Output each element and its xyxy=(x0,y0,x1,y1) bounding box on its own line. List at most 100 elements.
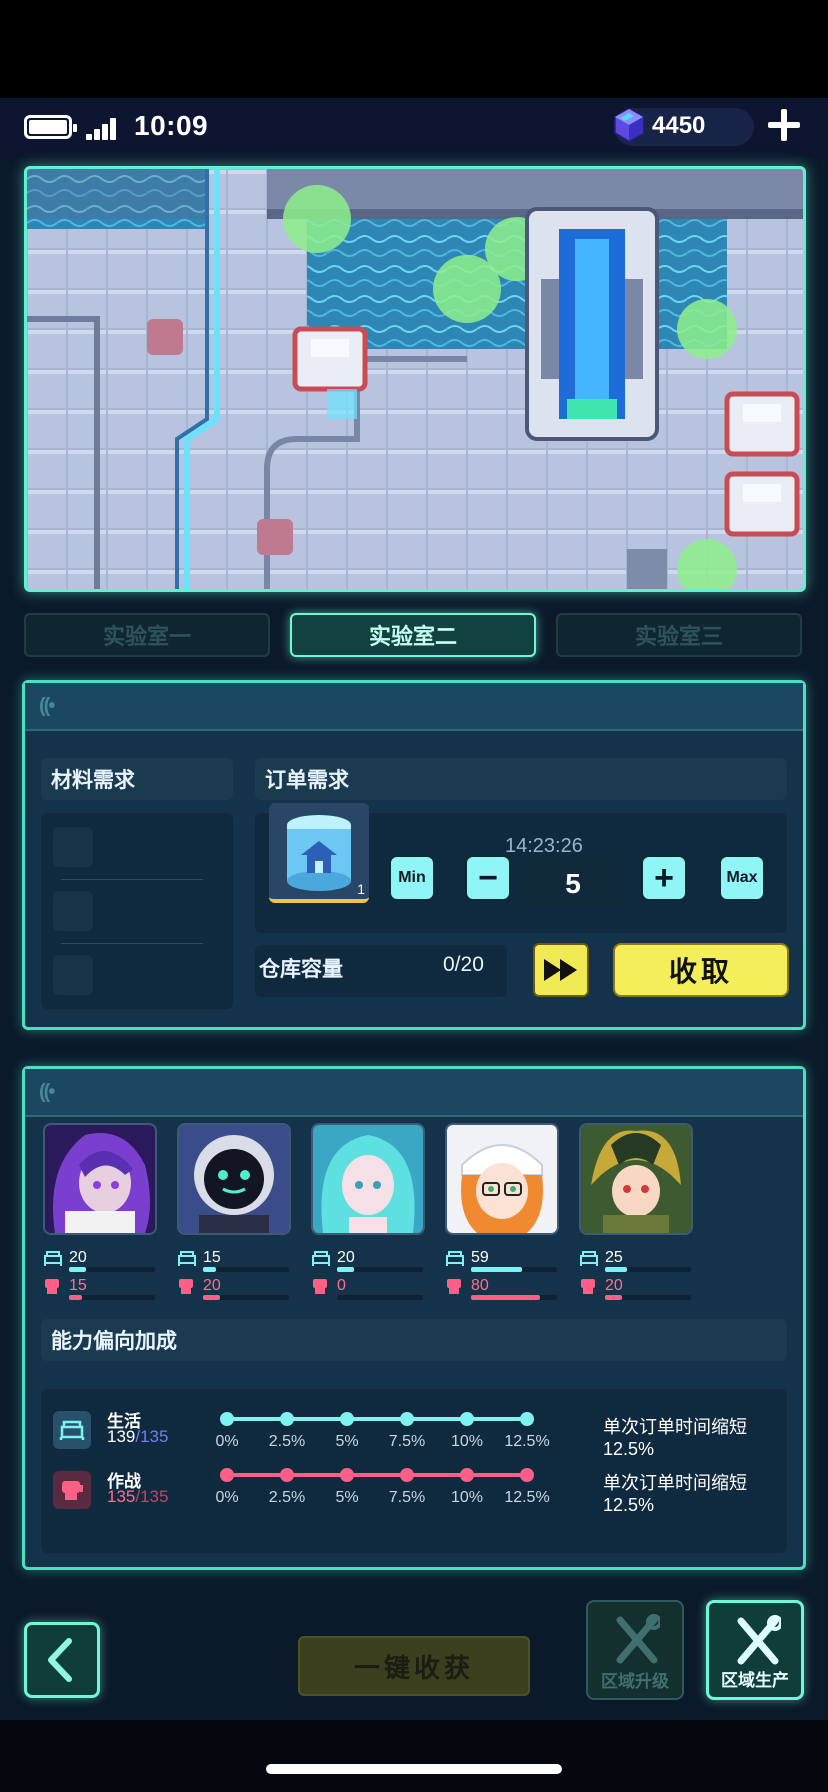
character-card-5[interactable] xyxy=(579,1123,693,1235)
wrench-screwdriver-icon xyxy=(737,1615,781,1665)
life-stat-bar xyxy=(605,1267,691,1272)
track-node xyxy=(220,1412,234,1426)
character-card-3[interactable] xyxy=(311,1123,425,1235)
sofa-icon xyxy=(311,1249,333,1269)
combat-stat-value: 80 xyxy=(471,1277,489,1294)
area-upgrade-button[interactable]: 区域升级 xyxy=(586,1600,684,1700)
track-node xyxy=(280,1468,294,1482)
life-stat-value: 15 xyxy=(203,1249,221,1266)
combat-stat-fill xyxy=(203,1295,220,1300)
tick-label: 0% xyxy=(215,1489,239,1506)
signal-tag-icon: ((• xyxy=(39,1081,55,1103)
tick-label: 0% xyxy=(215,1433,239,1450)
lab-map-view[interactable] xyxy=(24,166,806,592)
combat-fist-icon xyxy=(53,1471,91,1509)
minus-button[interactable]: − xyxy=(465,855,511,901)
materials-title: 材料需求 xyxy=(41,758,233,800)
production-panel-header: ((• xyxy=(25,683,803,731)
tick-label: 12.5% xyxy=(504,1433,550,1450)
harvest-all-button[interactable]: 一键收获 xyxy=(298,1636,530,1696)
track-node xyxy=(520,1412,534,1426)
collect-button[interactable]: 收取 xyxy=(613,943,789,997)
character-card-4[interactable] xyxy=(445,1123,559,1235)
lab-map-scene xyxy=(27,169,803,589)
life-stat-value: 20 xyxy=(69,1249,87,1266)
tab-lab-1[interactable]: 实验室一 xyxy=(24,613,270,657)
tick-label: 7.5% xyxy=(388,1489,426,1506)
bonus-title: 能力偏向加成 xyxy=(41,1319,787,1361)
track-node xyxy=(280,1412,294,1426)
robot-portrait xyxy=(179,1125,289,1233)
life-score: 139 xyxy=(107,1427,136,1446)
capacity-value: 0/20 xyxy=(443,953,484,976)
area-produce-label: 区域生产 xyxy=(721,1671,789,1690)
tick-label: 2.5% xyxy=(268,1433,306,1450)
signal-tag-icon: ((• xyxy=(39,695,55,717)
add-gems-button[interactable] xyxy=(764,105,804,145)
combat-stat-bar xyxy=(471,1295,557,1300)
min-button[interactable]: Min xyxy=(389,855,435,901)
life-stat-fill xyxy=(471,1267,522,1272)
life-stat-bar xyxy=(203,1267,289,1272)
life-bonus-score: 139/135 xyxy=(107,1427,168,1447)
track-node xyxy=(400,1468,414,1482)
life-stat-fill xyxy=(605,1267,627,1272)
fist-icon xyxy=(579,1277,601,1297)
plus-button[interactable]: + xyxy=(641,855,687,901)
quantity-field[interactable]: 5 xyxy=(521,861,625,907)
combat-stat-bar xyxy=(203,1295,289,1300)
track-node xyxy=(400,1412,414,1426)
material-slot-1[interactable] xyxy=(53,827,93,867)
combat-stat-bar xyxy=(337,1295,423,1300)
fist-icon xyxy=(177,1277,199,1297)
fast-forward-button[interactable] xyxy=(533,943,589,997)
combat-stat-value: 15 xyxy=(69,1277,87,1294)
life-stat-value: 20 xyxy=(337,1249,355,1266)
material-slot-2[interactable] xyxy=(53,891,93,931)
team-panel-header: ((• xyxy=(25,1069,803,1117)
tab-lab-3[interactable]: 实验室三 xyxy=(556,613,802,657)
max-button[interactable]: Max xyxy=(719,855,765,901)
armored-boy-portrait xyxy=(581,1125,691,1233)
order-item-card[interactable]: 1 xyxy=(269,803,369,903)
life-stat-bar xyxy=(337,1267,423,1272)
house-crate-icon xyxy=(269,803,369,899)
divider xyxy=(61,879,203,880)
gem-icon xyxy=(614,108,644,142)
life-max: /135 xyxy=(135,1427,169,1446)
tick-label: 2.5% xyxy=(268,1489,306,1506)
sofa-icon xyxy=(579,1249,601,1269)
tick-label: 10% xyxy=(450,1433,484,1450)
tick-label: 7.5% xyxy=(388,1433,426,1450)
tick-label: 5% xyxy=(335,1433,359,1450)
combat-stat-bar xyxy=(605,1295,691,1300)
combat-stat-value: 0 xyxy=(337,1277,346,1294)
character-card-1[interactable] xyxy=(43,1123,157,1235)
wrench-screwdriver-icon xyxy=(616,1614,660,1664)
life-sofa-icon xyxy=(53,1411,91,1449)
life-stat-fill xyxy=(337,1267,354,1272)
back-button[interactable] xyxy=(24,1622,100,1698)
combat-max: /135 xyxy=(135,1487,169,1506)
combat-stat-value: 20 xyxy=(605,1277,623,1294)
tick-label: 10% xyxy=(450,1489,484,1506)
fast-forward-icon xyxy=(544,959,577,981)
life-stat-bar xyxy=(69,1267,155,1272)
character-card-2[interactable] xyxy=(177,1123,291,1235)
track-node xyxy=(340,1468,354,1482)
area-produce-button[interactable]: 区域生产 xyxy=(706,1600,804,1700)
life-stat-fill xyxy=(69,1267,86,1272)
life-stat-value: 59 xyxy=(471,1249,489,1266)
tab-lab-2[interactable]: 实验室二 xyxy=(290,613,536,657)
combat-stat-fill xyxy=(69,1295,82,1300)
life-stat-bar xyxy=(471,1267,557,1272)
combat-progress-track xyxy=(220,1468,534,1482)
order-item-count: 1 xyxy=(357,881,365,897)
materials-list xyxy=(41,813,233,1009)
divider xyxy=(61,943,203,944)
track-node xyxy=(460,1468,474,1482)
gem-value: 4450 xyxy=(652,112,706,139)
material-slot-3[interactable] xyxy=(53,955,93,995)
life-bonus-desc: 单次订单时间缩短12.5% xyxy=(603,1417,747,1459)
signal-icon xyxy=(86,118,116,140)
